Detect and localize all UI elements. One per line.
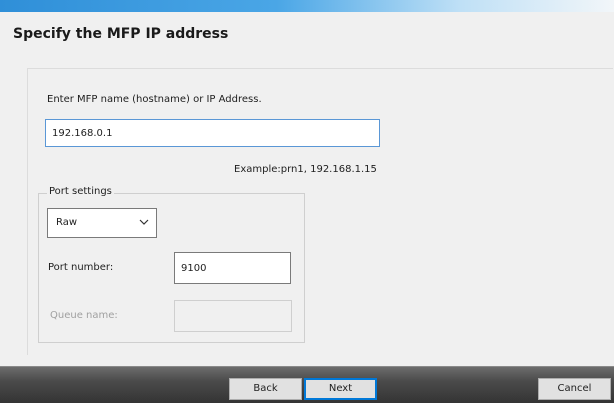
example-hint: Example:prn1, 192.168.1.15 bbox=[234, 164, 377, 175]
back-button[interactable]: Back bbox=[229, 378, 302, 400]
window-top-accent bbox=[0, 0, 614, 12]
chevron-down-icon bbox=[138, 216, 150, 228]
page-title: Specify the MFP IP address bbox=[13, 26, 229, 42]
port-number-label: Port number: bbox=[48, 262, 114, 273]
hostname-ip-input[interactable] bbox=[45, 119, 380, 147]
port-settings-legend: Port settings bbox=[47, 186, 114, 197]
queue-name-label: Queue name: bbox=[50, 310, 118, 321]
host-prompt-label: Enter MFP name (hostname) or IP Address. bbox=[47, 94, 262, 105]
protocol-select-value: Raw bbox=[56, 217, 78, 228]
port-number-input[interactable] bbox=[174, 252, 291, 284]
cancel-button[interactable]: Cancel bbox=[538, 378, 611, 400]
protocol-select[interactable]: Raw bbox=[47, 208, 157, 238]
next-button[interactable]: Next bbox=[304, 378, 377, 400]
queue-name-input bbox=[174, 300, 292, 332]
